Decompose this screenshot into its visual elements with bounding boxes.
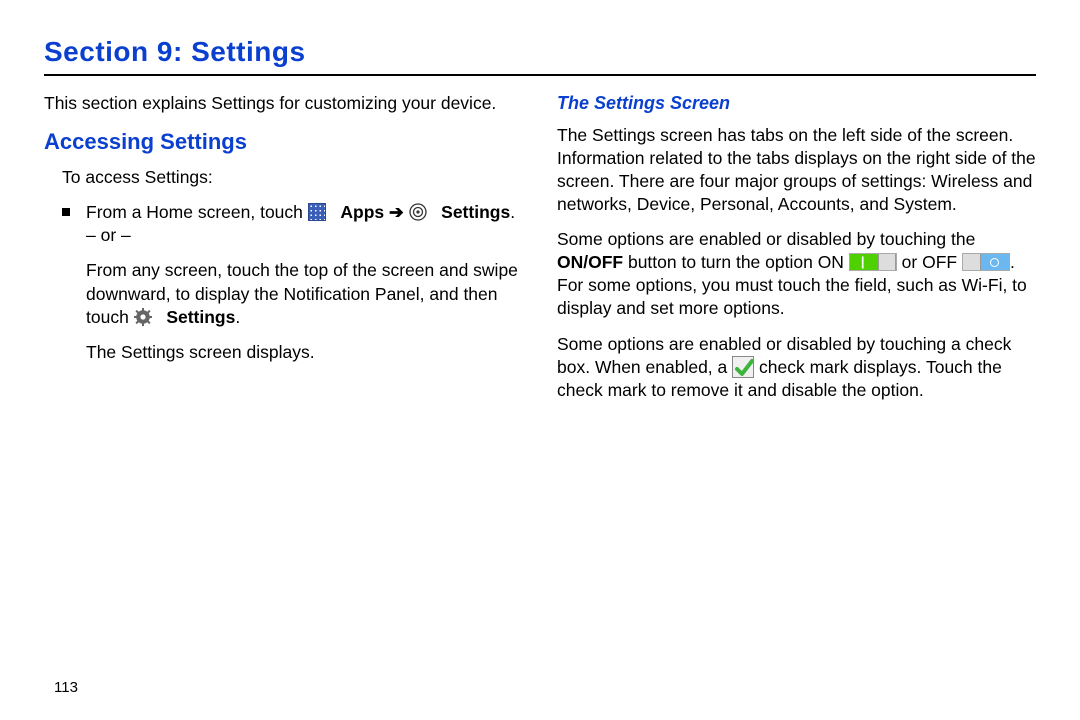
settings-label-2: Settings (166, 307, 235, 327)
or-line: – or – (86, 225, 131, 245)
settings-screen-heading: The Settings Screen (557, 92, 1036, 116)
divider (44, 74, 1036, 76)
accessing-settings-heading: Accessing Settings (44, 127, 523, 156)
left-column: This section explains Settings for custo… (44, 92, 523, 414)
p2c: or OFF (897, 252, 962, 272)
p2b: button to turn the option ON (623, 252, 849, 272)
step2b: . (235, 307, 240, 327)
toggle-off-icon (962, 253, 1010, 271)
settings-circle-icon (409, 203, 427, 221)
section-title: Section 9: Settings (44, 36, 1036, 68)
arrow-icon: ➔ (389, 202, 409, 222)
step1-pre: From a Home screen, touch (86, 202, 308, 222)
page-number: 113 (54, 679, 78, 696)
right-column: The Settings Screen The Settings screen … (557, 92, 1036, 414)
step-home-screen: From a Home screen, touch Apps ➔ Settin (86, 201, 523, 247)
intro-text: This section explains Settings for custo… (44, 92, 523, 115)
apps-label: Apps (340, 202, 384, 222)
toggle-on-icon (849, 253, 897, 271)
settings-screen-p2: Some options are enabled or disabled by … (557, 228, 1036, 320)
lead-text: To access Settings: (44, 166, 523, 189)
settings-screen-p1: The Settings screen has tabs on the left… (557, 124, 1036, 216)
result-text: The Settings screen displays. (86, 341, 523, 364)
p2a: Some options are enabled or disabled by … (557, 229, 975, 249)
step-any-screen: From any screen, touch the top of the sc… (86, 259, 523, 328)
bullet-body: From a Home screen, touch Apps ➔ Settin (86, 201, 523, 376)
square-bullet-icon (62, 208, 70, 216)
apps-grid-icon (308, 203, 326, 221)
content-columns: This section explains Settings for custo… (44, 92, 1036, 414)
bullet-item: From a Home screen, touch Apps ➔ Settin (44, 201, 523, 376)
settings-gear-icon (134, 308, 152, 326)
onoff-label: ON/OFF (557, 252, 623, 272)
checkbox-checked-icon (732, 356, 754, 378)
period: . (510, 202, 515, 222)
settings-label: Settings (441, 202, 510, 222)
settings-screen-p3: Some options are enabled or disabled by … (557, 333, 1036, 402)
